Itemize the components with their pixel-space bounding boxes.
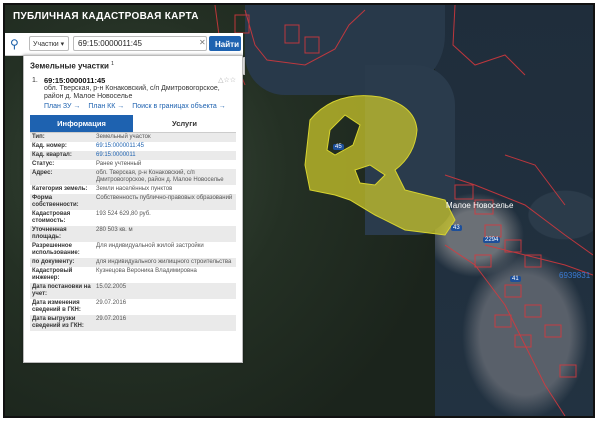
- field-label: Дата изменения сведений в ГКН:: [32, 299, 81, 313]
- field-label: по документу:: [30, 257, 94, 267]
- tab-services[interactable]: Услуги: [133, 115, 236, 132]
- search-icon[interactable]: ⚲: [10, 37, 24, 51]
- field-value: Земли населённых пунктов: [96, 185, 173, 192]
- result-title[interactable]: 69:15:0000011:45: [44, 76, 236, 85]
- table-row: Дата выгрузки сведений из ГКН: 29.07.2016: [30, 314, 236, 331]
- attributes-table: Тип: Земельный участок Кад. номер: 69:15:00…: [30, 132, 236, 331]
- cadastral-label[interactable]: 6939831: [559, 271, 590, 280]
- table-row: Разрешенное использование: Для индивидуал…: [30, 242, 236, 258]
- field-label: Статус:: [32, 160, 55, 167]
- field-label: Разрешенное использование:: [32, 242, 80, 256]
- field-value: Кузнецова Вероника Владимировна: [96, 267, 197, 274]
- app-frame: ПУБЛИЧНАЯ КАДАСТРОВАЯ КАРТА Малое Новосе…: [3, 3, 595, 418]
- parcel-label[interactable]: 2294: [483, 237, 501, 243]
- field-label: Тип:: [30, 132, 94, 142]
- field-value: для индивидуального жилищного строительс…: [94, 257, 236, 267]
- search-in-bounds-link[interactable]: Поиск в границах объекта →: [132, 103, 226, 110]
- search-type-label: Участки: [33, 41, 59, 48]
- field-value[interactable]: 69:15:0000011:45: [94, 142, 236, 151]
- table-row: Адрес: обл. Тверская, р-н Конаковский, с/…: [30, 168, 236, 185]
- result-number: 1.: [32, 76, 38, 84]
- parcel-label[interactable]: 43: [451, 225, 462, 231]
- table-row: Кадастровый инженер: Кузнецова Вероника В…: [30, 267, 236, 283]
- field-label: Кад. номер:: [32, 142, 67, 149]
- field-value: Собственность публично-правовых образова…: [94, 193, 236, 210]
- find-button[interactable]: Найти: [209, 36, 241, 51]
- table-row: по документу: для индивидуального жилищно…: [30, 257, 236, 267]
- search-type-select[interactable]: Участки ▾: [29, 36, 69, 51]
- parcel-label[interactable]: 41: [510, 276, 521, 282]
- field-value: 280 503 кв. м: [94, 225, 236, 242]
- parcel-label[interactable]: 45: [333, 144, 344, 150]
- field-label: Кадастровая стоимость:: [32, 210, 71, 224]
- field-label: Дата выгрузки сведений из ГКН:: [30, 314, 94, 331]
- result-count: 1: [111, 61, 114, 67]
- selected-parcel: [304, 95, 456, 236]
- table-row: Форма собственности: Собственность публич…: [30, 193, 236, 210]
- field-value[interactable]: 69:15:0000011: [94, 150, 236, 160]
- table-row: Категория земель: Земли населённых пункто…: [30, 185, 236, 194]
- field-label: Форма собственности:: [30, 193, 94, 210]
- field-value: обл. Тверская, р-н Конаковский, с/п Дмит…: [94, 168, 236, 185]
- field-value: 29.07.2016: [94, 314, 236, 331]
- field-label: Дата постановки на учет:: [30, 282, 94, 299]
- field-label: Кадастровый инженер:: [32, 267, 73, 281]
- field-value: 29.07.2016: [96, 299, 127, 306]
- tab-info[interactable]: Информация: [30, 114, 133, 132]
- field-value: 15.02.2005: [94, 282, 236, 299]
- search-input[interactable]: [73, 36, 207, 51]
- tab-bar: Информация Услуги: [30, 114, 236, 133]
- result-item[interactable]: 1. △☆☆ 69:15:0000011:45 обл. Тверская, р…: [24, 75, 242, 111]
- table-row: Кадастровая стоимость: 193 524 629,80 руб…: [30, 210, 236, 226]
- map-canvas[interactable]: ПУБЛИЧНАЯ КАДАСТРОВАЯ КАРТА Малое Новосе…: [5, 5, 593, 416]
- table-row: Тип: Земельный участок: [30, 132, 236, 142]
- search-bar: ⚲ Участки ▾ ✕ Найти: [5, 33, 243, 56]
- field-value: Для индивидуальной жилой застройки: [96, 242, 204, 249]
- field-value: 193 524 629,80 руб.: [96, 210, 151, 217]
- panel-heading-text: Земельные участки: [30, 61, 109, 71]
- plan-kk-link[interactable]: План КК →: [88, 103, 124, 110]
- table-row: Кад. номер: 69:15:0000011:45: [30, 142, 236, 151]
- field-label: Категория земель:: [32, 185, 88, 192]
- village-label: Малое Новоселье: [446, 201, 514, 210]
- table-row: Уточненная площадь: 280 503 кв. м: [30, 225, 236, 242]
- panel-heading: Земельные участки 1: [24, 56, 242, 75]
- field-label: Кад. квартал:: [30, 150, 94, 160]
- plan-zu-link[interactable]: План ЗУ →: [44, 103, 80, 110]
- table-row: Кад. квартал: 69:15:0000011: [30, 150, 236, 160]
- table-row: Дата изменения сведений в ГКН: 29.07.2016: [30, 299, 236, 315]
- field-label: Уточненная площадь:: [30, 225, 94, 242]
- app-title: ПУБЛИЧНАЯ КАДАСТРОВАЯ КАРТА: [13, 11, 199, 22]
- close-icon[interactable]: ✕: [199, 38, 206, 47]
- field-value: Земельный участок: [94, 132, 236, 142]
- table-row: Дата постановки на учет: 15.02.2005: [30, 282, 236, 299]
- result-address: обл. Тверская, р-н Конаковский, с/п Дмит…: [44, 84, 220, 100]
- star-icon[interactable]: △☆☆: [218, 77, 236, 85]
- field-value: Ранее учтенный: [96, 160, 142, 167]
- result-links: План ЗУ → План КК → Поиск в границах объ…: [44, 103, 236, 111]
- info-panel: Земельные участки 1 1. △☆☆ 69:15:0000011…: [23, 55, 243, 363]
- field-label: Адрес:: [30, 168, 94, 185]
- table-row: Статус: Ранее учтенный: [30, 160, 236, 169]
